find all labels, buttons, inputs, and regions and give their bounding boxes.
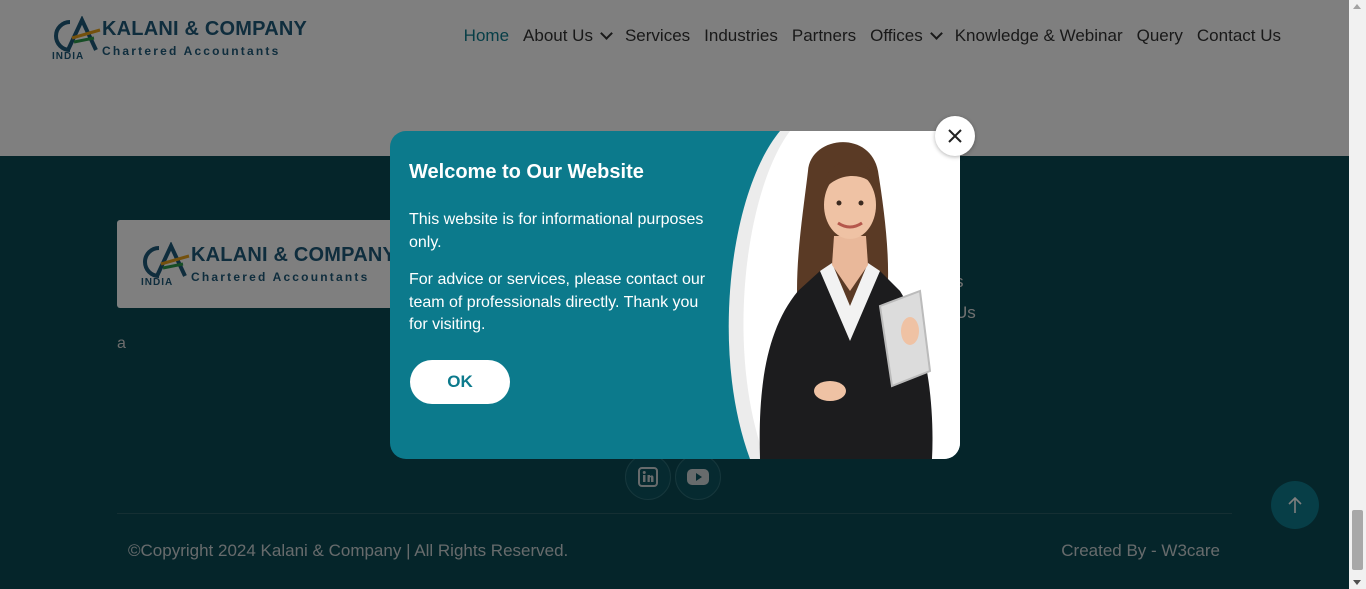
scrollbar-thumb[interactable] xyxy=(1352,510,1363,570)
ok-button[interactable]: OK xyxy=(410,360,510,404)
vertical-scrollbar[interactable] xyxy=(1349,0,1366,589)
businesswoman-image xyxy=(728,131,960,459)
scroll-up-arrow-icon[interactable] xyxy=(1353,4,1361,9)
close-modal-button[interactable] xyxy=(935,116,975,156)
modal-title: Welcome to Our Website xyxy=(409,161,644,183)
welcome-modal: Welcome to Our Website This website is f… xyxy=(390,131,960,459)
scroll-down-arrow-icon[interactable] xyxy=(1353,580,1361,585)
close-icon xyxy=(948,129,962,143)
modal-paragraph: For advice or services, please contact o… xyxy=(409,271,706,333)
modal-paragraph: This website is for informational purpos… xyxy=(409,211,704,251)
